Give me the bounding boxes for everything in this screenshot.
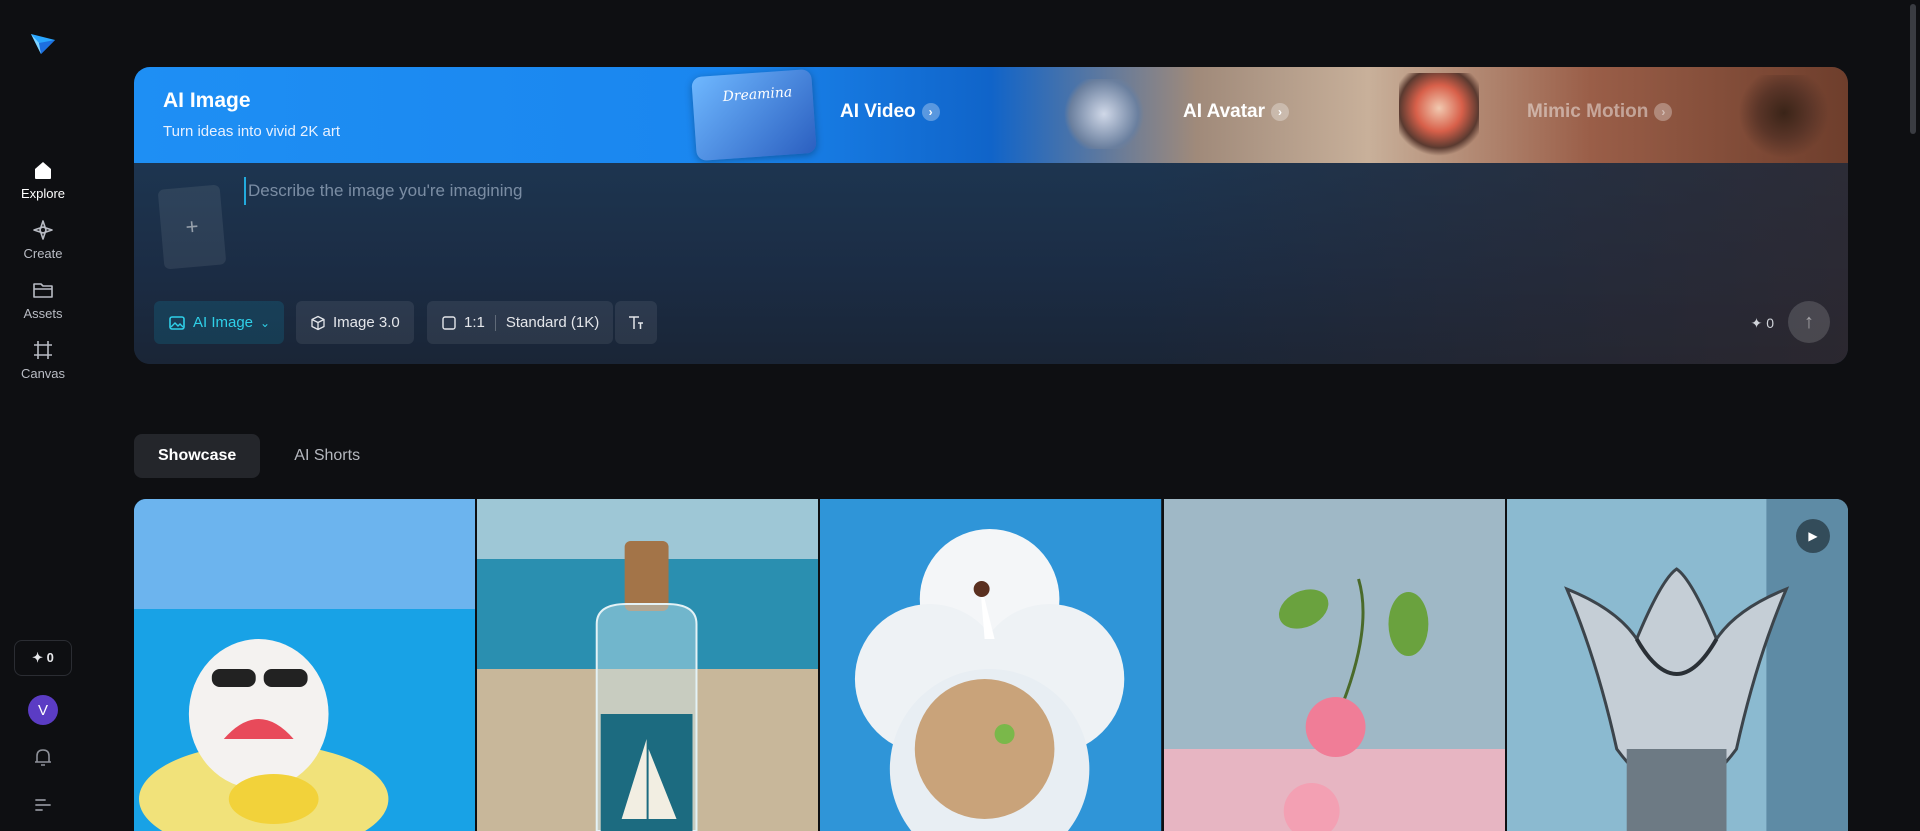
creation-panel: AI Image Turn ideas into vivid 2K art Dr… [134,67,1848,364]
thumbnail-logo-text: Dreamina [722,84,793,106]
avatar[interactable]: V [28,695,58,725]
mode-label: AI Image [193,314,254,331]
image-icon [169,315,185,330]
sidebar-item-label: Assets [23,306,63,321]
credits-button[interactable]: ✦ 0 [14,640,72,676]
model-label: Image 3.0 [333,314,400,331]
sidebar-item-label: Create [23,246,63,261]
arrow-up-icon: ↑ [1804,310,1814,333]
aspect-ratio-icon [442,315,456,330]
tab-ai-shorts[interactable]: AI Shorts [270,434,384,478]
plus-icon: + [184,213,200,240]
chevron-right-icon: › [1654,103,1673,121]
chevron-right-icon: › [921,103,940,121]
text-icon [629,315,643,329]
gallery-card-cloud-cat[interactable] [820,499,1162,831]
gallery-card-chrome-tulip[interactable]: ▶ [1506,499,1848,831]
gallery-card-cat-pool[interactable] [134,499,476,831]
ai-avatar-thumbnail [1059,79,1149,149]
chrome-tulip-image [1506,499,1848,831]
hero-tab-label: Mimic Motion [1527,101,1649,122]
chevron-right-icon: › [1271,103,1290,121]
sidebar-item-label: Canvas [20,366,66,381]
menu-icon[interactable] [31,793,55,817]
ratio-quality-selector[interactable]: 1:1 Standard (1K) [427,301,614,344]
content-tabs: Showcase AI Shorts [134,434,384,478]
cube-icon [311,315,325,330]
cloud-cat-image [820,499,1162,831]
sparkle-icon [33,220,53,240]
mode-dropdown[interactable]: AI Image ⌄ [154,301,285,344]
bell-icon[interactable] [31,745,55,769]
hero-title: AI Image [163,89,251,112]
sidebar-item-canvas[interactable]: Canvas [0,338,86,381]
cherries-image [1163,499,1505,831]
crop-icon [34,341,52,359]
ai-video-thumbnail: Dreamina [691,68,817,162]
mimic-motion-thumbnail-2 [1739,75,1829,159]
credit-cost: ✦ 0 [1750,315,1774,331]
model-selector[interactable]: Image 3.0 [296,301,414,344]
home-icon [35,162,51,179]
hero-tab-ai-video[interactable]: AI Video › [840,101,940,123]
page-scrollbar[interactable] [1910,4,1916,134]
quality-label: Standard (1K) [505,314,600,331]
hero-subtitle: Turn ideas into vivid 2K art [163,123,341,140]
sidebar-item-assets[interactable]: Assets [0,278,86,321]
sidebar-item-explore[interactable]: Explore [0,158,86,201]
play-icon[interactable]: ▶ [1796,519,1831,553]
gallery-card-cherries[interactable] [1163,499,1505,831]
sidebar: Explore Create Assets Canvas ✦ 0 V [0,0,86,831]
ratio-label: 1:1 [464,314,485,331]
hero-tab-mimic-motion[interactable]: Mimic Motion › [1527,101,1673,123]
hero-tab-label: AI Video [840,101,916,122]
folder-icon [33,283,53,298]
gallery-card-ship-bottle[interactable] [477,499,819,831]
sidebar-item-create[interactable]: Create [0,218,86,261]
showcase-gallery: ▶ [134,499,1848,831]
tab-showcase[interactable]: Showcase [134,434,261,478]
ship-bottle-image [477,499,819,831]
text-style-button[interactable] [615,301,657,344]
prompt-input[interactable] [244,177,1744,205]
cat-image [134,499,476,831]
app-logo-icon[interactable] [27,28,59,60]
prompt-area: + AI Image ⌄ Image 3.0 1:1 Standard (1K)… [134,163,1848,364]
hero-tab-label: AI Avatar [1183,101,1266,122]
mimic-motion-thumbnail [1399,73,1479,161]
hero-tab-ai-avatar[interactable]: AI Avatar › [1183,101,1290,123]
sidebar-item-label: Explore [20,186,66,201]
upload-reference-button[interactable]: + [157,184,227,270]
chevron-down-icon: ⌄ [260,315,271,330]
divider [494,314,496,331]
hero-banner: AI Image Turn ideas into vivid 2K art Dr… [134,67,1848,163]
generate-button[interactable]: ↑ [1788,301,1830,343]
